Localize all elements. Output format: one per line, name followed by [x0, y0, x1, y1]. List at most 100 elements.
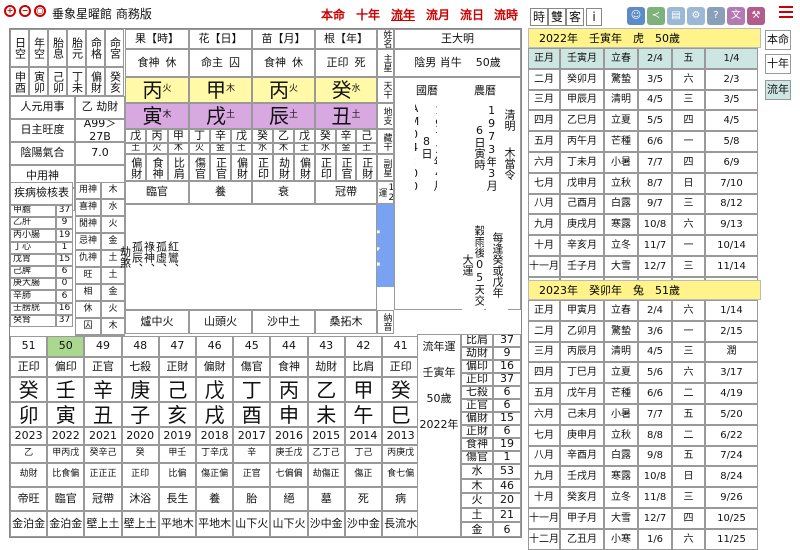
month-cell[interactable]: 白露: [604, 193, 638, 215]
month-cell[interactable]: 芒種: [604, 131, 638, 152]
nav-liuri[interactable]: 流日: [460, 6, 484, 23]
month-cell[interactable]: 10/14: [705, 235, 758, 256]
month-cell[interactable]: 驚蟄: [604, 320, 638, 342]
zoom-reset-icon[interactable]: ○: [34, 5, 46, 17]
month-cell[interactable]: 丁巳月: [560, 362, 604, 384]
month-cell[interactable]: 立夏: [604, 362, 638, 384]
dayun-age[interactable]: 46: [196, 336, 234, 357]
month-cell[interactable]: 九月: [528, 214, 560, 236]
month-cell[interactable]: 五: [672, 48, 705, 69]
info-icon[interactable]: ?: [707, 7, 725, 25]
month-cell[interactable]: 己未月: [560, 404, 604, 425]
month-cell[interactable]: 1/6: [638, 528, 672, 550]
month-cell[interactable]: 三: [672, 487, 705, 508]
month-cell[interactable]: 癸亥月: [560, 487, 604, 508]
month-cell[interactable]: 四月: [528, 110, 560, 132]
month-cell[interactable]: 三: [672, 193, 705, 215]
month-cell[interactable]: 十月: [528, 235, 560, 256]
month-cell[interactable]: 三: [672, 256, 705, 277]
month-cell[interactable]: 甲辰月: [560, 89, 604, 111]
month-cell[interactable]: 三: [672, 341, 705, 363]
month-cell[interactable]: 二: [672, 383, 705, 404]
month-cell[interactable]: 七月: [528, 172, 560, 194]
month-cell[interactable]: 11/8: [638, 487, 672, 508]
month-cell[interactable]: 立冬: [604, 487, 638, 508]
month-cell[interactable]: 立秋: [604, 172, 638, 194]
month-cell[interactable]: 2/3: [705, 68, 758, 90]
month-cell[interactable]: 日: [672, 172, 705, 194]
month-cell[interactable]: 十月: [528, 487, 560, 508]
month-cell[interactable]: 正月: [528, 48, 560, 69]
dayun-age[interactable]: 51: [10, 336, 48, 357]
month-cell[interactable]: 7/7: [638, 404, 672, 425]
month-cell[interactable]: 四: [672, 508, 705, 529]
month-cell[interactable]: 十一月: [528, 256, 560, 277]
month-cell[interactable]: 庚申月: [560, 424, 604, 446]
month-cell[interactable]: 壬子月: [560, 256, 604, 277]
month-cell[interactable]: 五月: [528, 383, 560, 404]
month-cell[interactable]: 1/4: [705, 48, 758, 69]
menu-icon[interactable]: [779, 6, 793, 18]
month-cell[interactable]: 六月: [528, 152, 560, 173]
month-cell[interactable]: 8/24: [705, 466, 758, 488]
month-cell[interactable]: 戊申月: [560, 172, 604, 194]
month-cell[interactable]: 潤: [705, 341, 758, 363]
month-cell[interactable]: 4/5: [705, 110, 758, 132]
month-cell[interactable]: 二月: [528, 320, 560, 342]
month-cell[interactable]: 6/22: [705, 424, 758, 446]
dayun-age[interactable]: 42: [344, 336, 382, 357]
month-cell[interactable]: 6/6: [638, 383, 672, 404]
share-icon[interactable]: ≺: [647, 7, 665, 25]
month-cell[interactable]: 10/8: [638, 214, 672, 236]
month-cell[interactable]: 二月: [528, 68, 560, 90]
zoom-in-icon[interactable]: +: [4, 5, 16, 17]
nav-shinian[interactable]: 十年: [356, 6, 380, 23]
month-cell[interactable]: 6/6: [638, 131, 672, 152]
side-tab-shinian[interactable]: 十年: [765, 54, 791, 74]
mode-shi-button[interactable]: 時: [530, 8, 548, 26]
month-cell[interactable]: 十一月: [528, 508, 560, 529]
month-cell[interactable]: 五: [672, 445, 705, 467]
month-cell[interactable]: 丁未月: [560, 152, 604, 173]
month-cell[interactable]: 六: [672, 362, 705, 384]
month-cell[interactable]: 三: [672, 89, 705, 111]
month-cell[interactable]: 六: [672, 528, 705, 550]
month-cell[interactable]: 3/5: [705, 89, 758, 111]
zoom-out-icon[interactable]: −: [19, 5, 31, 17]
nav-liunian[interactable]: 流年: [391, 6, 415, 23]
nav-liuyue[interactable]: 流月: [426, 6, 450, 23]
month-cell[interactable]: 甲寅月: [560, 300, 604, 321]
month-cell[interactable]: 大雪: [604, 508, 638, 529]
month-cell[interactable]: 9/8: [638, 445, 672, 467]
month-cell[interactable]: 立秋: [604, 424, 638, 446]
month-cell[interactable]: 5/8: [705, 131, 758, 152]
month-cell[interactable]: 立冬: [604, 235, 638, 256]
month-cell[interactable]: 3/6: [638, 320, 672, 342]
month-cell[interactable]: 八月: [528, 193, 560, 215]
month-cell[interactable]: 11/7: [638, 235, 672, 256]
month-cell[interactable]: 寒露: [604, 214, 638, 236]
settings-icon[interactable]: ⚙: [687, 7, 705, 25]
info-button[interactable]: i: [586, 8, 602, 26]
month-cell[interactable]: 芒種: [604, 383, 638, 404]
month-cell[interactable]: 一: [672, 235, 705, 256]
dayun-age[interactable]: 47: [158, 336, 196, 357]
mode-ke-button[interactable]: 客: [566, 8, 584, 26]
month-cell[interactable]: 8/7: [638, 172, 672, 194]
side-tab-benming[interactable]: 本命: [765, 30, 791, 50]
month-cell[interactable]: 丙辰月: [560, 341, 604, 363]
month-cell[interactable]: 小暑: [604, 152, 638, 173]
month-cell[interactable]: 四: [672, 152, 705, 173]
month-cell[interactable]: 正月: [528, 300, 560, 321]
month-cell[interactable]: 壬戌月: [560, 466, 604, 488]
month-cell[interactable]: 9/7: [638, 193, 672, 215]
month-cell[interactable]: 六: [672, 300, 705, 321]
month-cell[interactable]: 十二月: [528, 528, 560, 550]
month-cell[interactable]: 8/12: [705, 193, 758, 215]
month-cell[interactable]: 11/25: [705, 528, 758, 550]
month-cell[interactable]: 5/5: [638, 110, 672, 132]
month-cell[interactable]: 7/7: [638, 152, 672, 173]
month-cell[interactable]: 8/8: [638, 424, 672, 446]
month-cell[interactable]: 庚戌月: [560, 214, 604, 236]
month-cell[interactable]: 戊午月: [560, 383, 604, 404]
